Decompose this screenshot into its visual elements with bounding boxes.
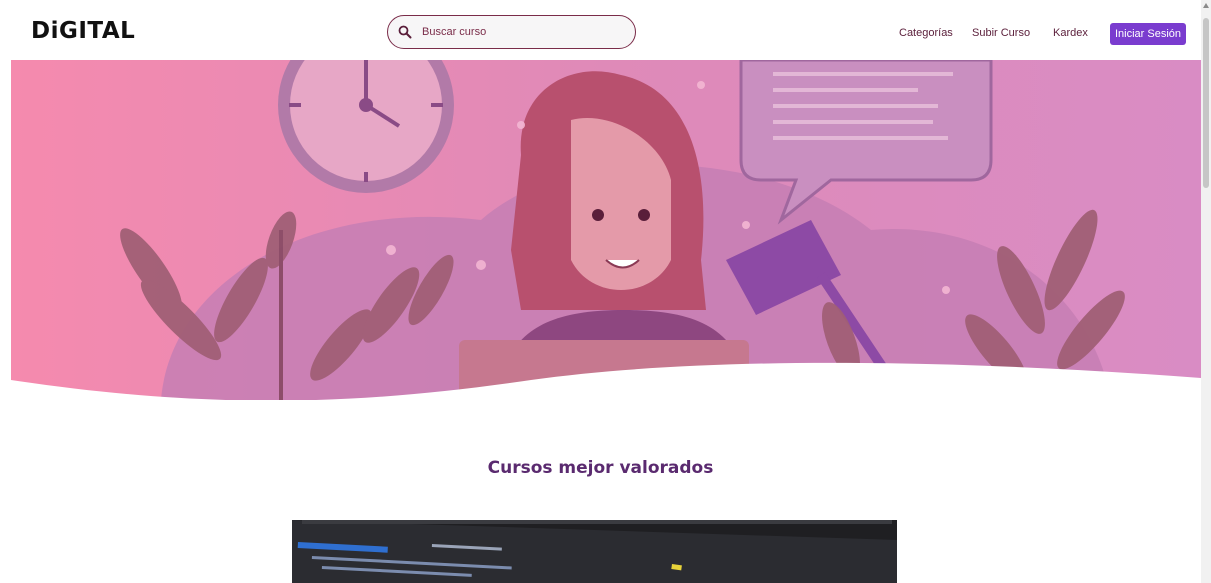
logo[interactable]: DiGITAL [31, 18, 135, 44]
hero-banner [11, 60, 1201, 400]
scroll-up-icon[interactable] [1203, 3, 1209, 8]
login-button[interactable]: Iniciar Sesión [1110, 23, 1186, 45]
search-bar[interactable] [387, 15, 636, 49]
nav-link-kardex[interactable]: Kardex [1053, 27, 1088, 39]
nav-link-categorias[interactable]: Categorías [899, 27, 953, 39]
navbar: DiGITAL Categorías Subir Curso Kardex In… [0, 0, 1201, 60]
scrollbar-thumb[interactable] [1203, 18, 1209, 188]
search-input[interactable] [422, 24, 622, 40]
search-icon [398, 25, 412, 39]
section-title: Cursos mejor valorados [487, 458, 714, 478]
course-thumbnail[interactable] [292, 520, 897, 583]
page-scrollbar[interactable] [1201, 0, 1211, 583]
nav-link-subir-curso[interactable]: Subir Curso [972, 27, 1030, 39]
